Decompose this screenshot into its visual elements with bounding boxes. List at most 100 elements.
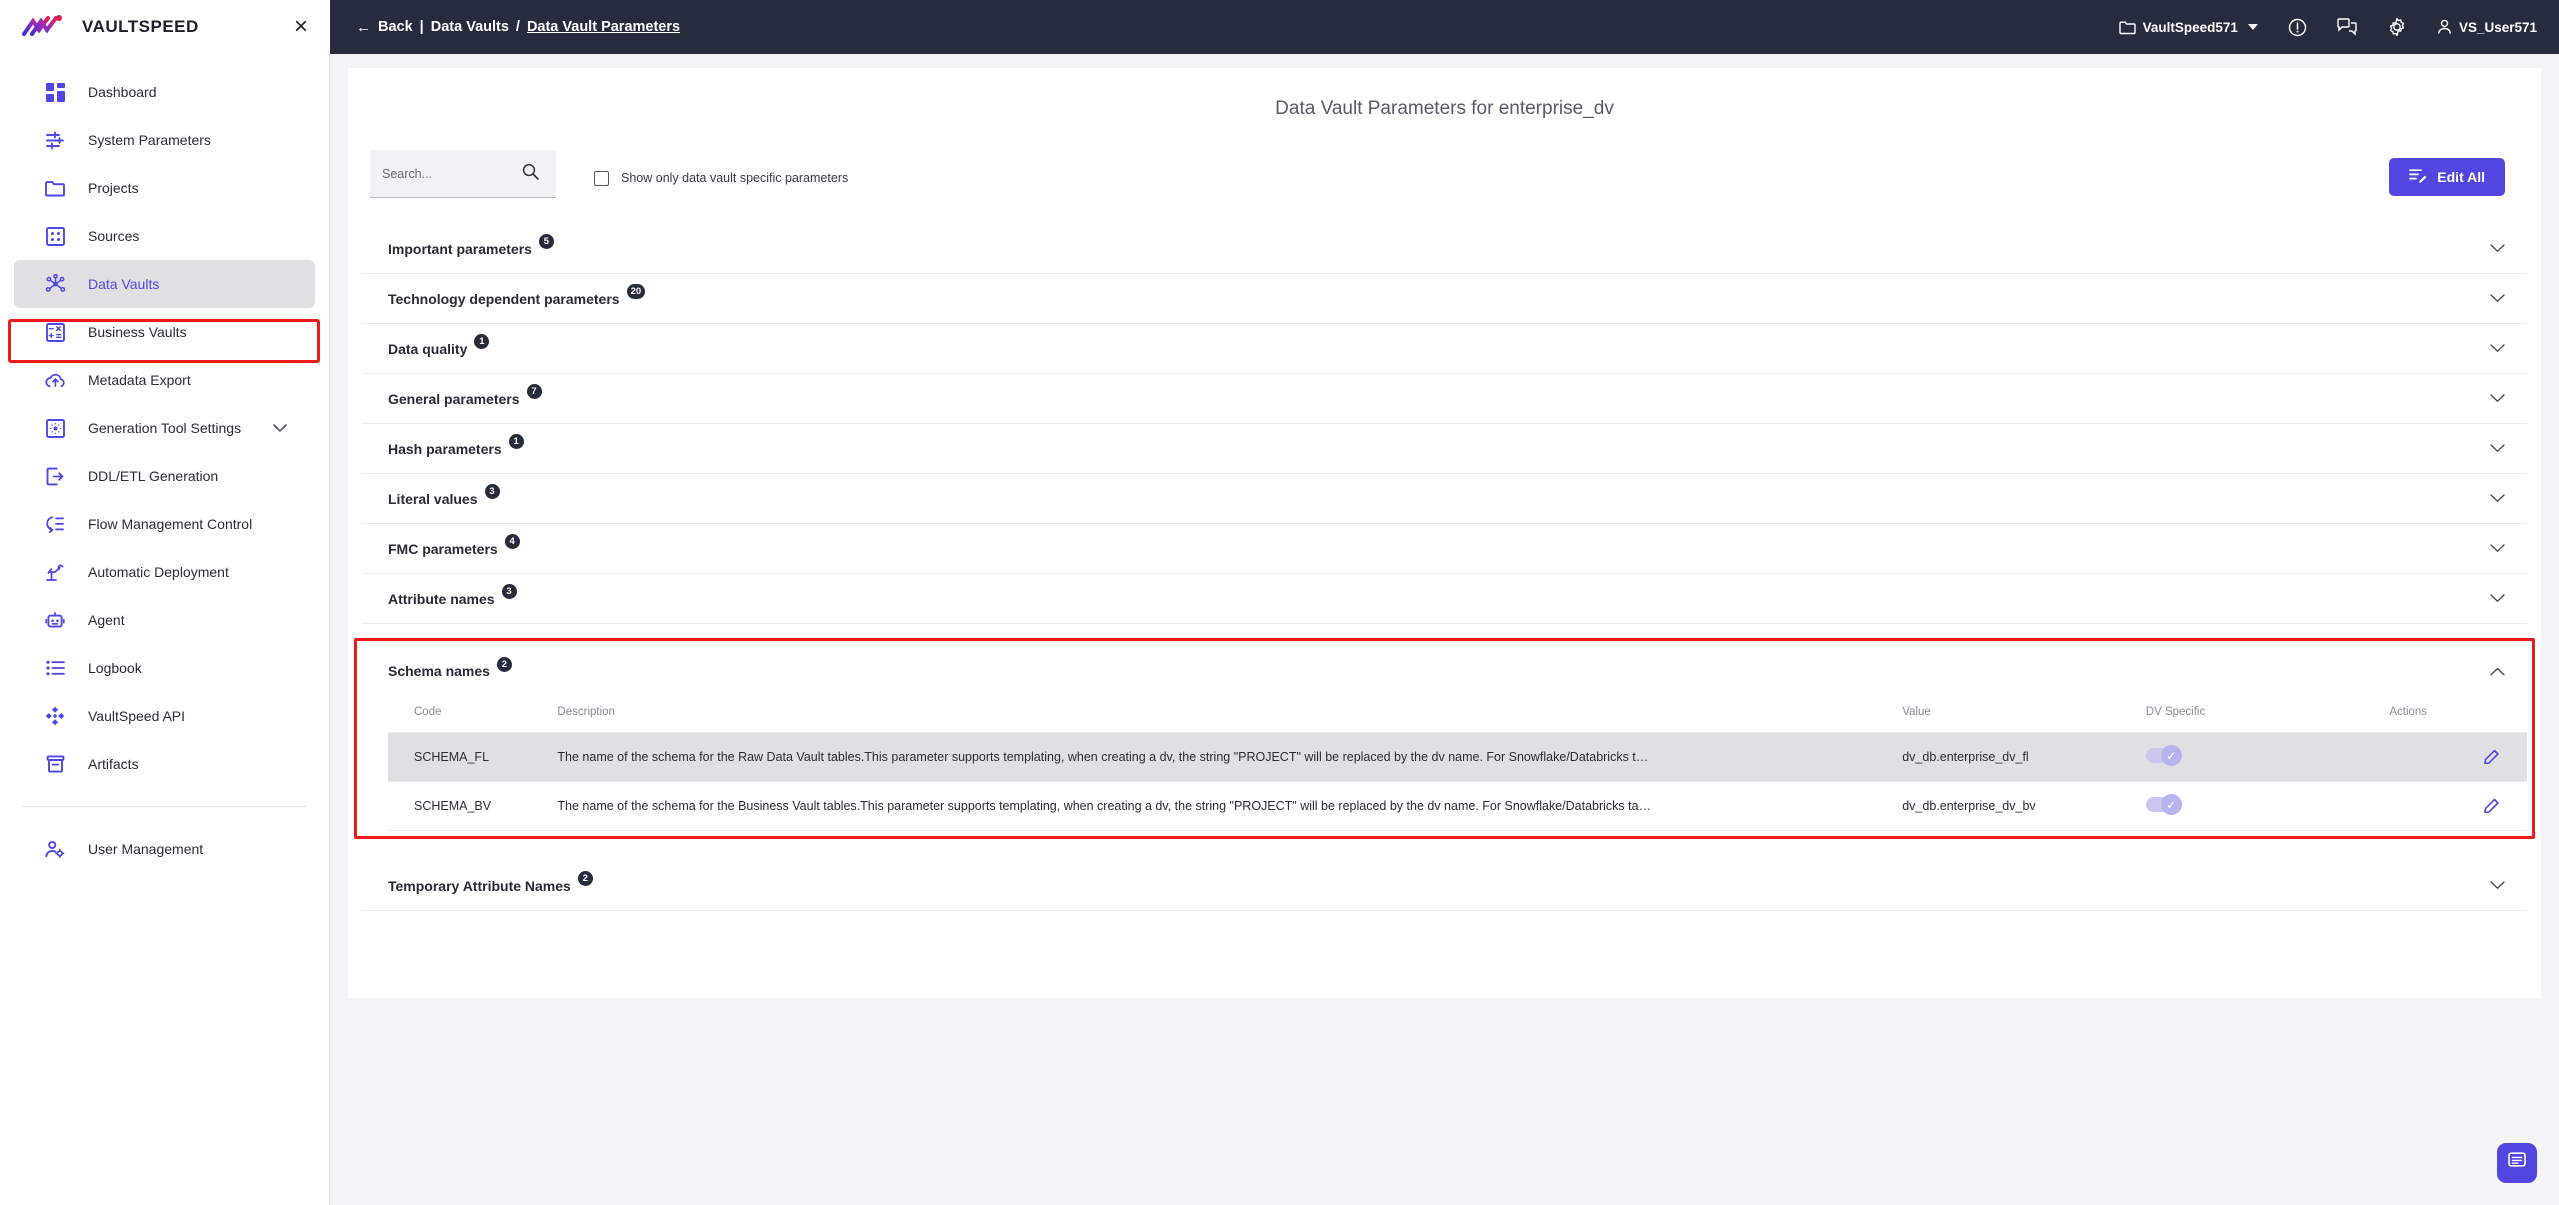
folder-icon <box>2118 20 2136 35</box>
sidebar-item-label: Generation Tool Settings <box>88 420 242 436</box>
chevron-down-icon[interactable] <box>2490 440 2505 457</box>
chevron-down-icon[interactable] <box>2490 240 2505 257</box>
workspace-selector[interactable]: VaultSpeed571 <box>2118 19 2258 35</box>
section-general-parameters[interactable]: General parameters 7 <box>362 374 2527 424</box>
sidebar-item-label: Artifacts <box>88 756 139 772</box>
section-label: Technology dependent parameters <box>388 290 620 307</box>
parameter-sections-bottom: Temporary Attribute Names 2 <box>362 861 2527 911</box>
search-input[interactable] <box>382 166 522 181</box>
sidebar-item-automatic-deployment[interactable]: Automatic Deployment <box>14 548 315 596</box>
chevron-down-icon[interactable] <box>2490 877 2505 894</box>
support-chat-button[interactable] <box>2497 1143 2537 1183</box>
cell-description: The name of the schema for the Raw Data … <box>557 750 1649 764</box>
export-icon <box>44 465 66 487</box>
sidebar-item-metadata-export[interactable]: Metadata Export <box>14 356 315 404</box>
section-technology-dependent-parameters[interactable]: Technology dependent parameters 20 <box>362 274 2527 324</box>
column-header-value: Value <box>1902 696 2146 733</box>
section-schema-names-header[interactable]: Schema names 2 <box>362 646 2527 696</box>
section-label: Attribute names <box>388 590 495 607</box>
sidebar-item-label: VaultSpeed API <box>88 708 186 724</box>
breadcrumb-back[interactable]: Back <box>378 19 413 35</box>
breadcrumb-current[interactable]: Data Vault Parameters <box>527 19 680 35</box>
section-label: Hash parameters <box>388 440 502 457</box>
section-important-parameters[interactable]: Important parameters 5 <box>362 224 2527 274</box>
settings-square-icon <box>44 417 66 439</box>
workspace-label: VaultSpeed571 <box>2142 19 2238 35</box>
close-icon[interactable]: × <box>294 15 308 39</box>
section-count-badge: 3 <box>484 484 500 499</box>
pencil-icon[interactable] <box>2484 796 2501 816</box>
table-row[interactable]: SCHEMA_FL The name of the schema for the… <box>388 732 2527 782</box>
cell-code: SCHEMA_FL <box>388 732 558 782</box>
pencil-icon[interactable] <box>2484 747 2501 767</box>
main-content: Data Vault Parameters for enterprise_dv … <box>330 54 2559 1205</box>
sidebar-item-user-management[interactable]: User Management <box>14 825 315 873</box>
show-only-dv-checkbox[interactable] <box>594 170 609 186</box>
section-schema-names-expanded: Schema names 2 Code Description Value DV… <box>354 638 2535 839</box>
robot-arm-icon <box>44 561 66 583</box>
sidebar-item-business-vaults[interactable]: Business Vaults <box>14 308 315 356</box>
back-arrow-icon[interactable]: ← <box>356 19 371 36</box>
section-data-quality[interactable]: Data quality 1 <box>362 324 2527 374</box>
user-menu[interactable]: VS_User571 <box>2437 19 2537 35</box>
dv-specific-toggle[interactable]: ✓ <box>2145 794 2182 815</box>
section-temporary-attribute-names[interactable]: Temporary Attribute Names 2 <box>362 861 2527 911</box>
robot-icon <box>44 609 66 631</box>
sidebar-item-vaultspeed-api[interactable]: VaultSpeed API <box>14 692 315 740</box>
chevron-down-icon[interactable] <box>2490 540 2505 557</box>
sidebar-item-agent[interactable]: Agent <box>14 596 315 644</box>
vaultspeed-logo-icon <box>22 14 72 40</box>
sidebar-item-label: Metadata Export <box>88 372 191 388</box>
brand-name: VAULTSPEED <box>82 17 199 36</box>
search-field[interactable] <box>370 150 556 198</box>
chevron-up-icon[interactable] <box>2490 663 2505 680</box>
sidebar-item-ddl-etl-generation[interactable]: DDL/ETL Generation <box>14 452 315 500</box>
parameter-sections: Important parameters 5 Technology depend… <box>348 224 2541 624</box>
sidebar-item-system-parameters[interactable]: System Parameters <box>14 116 315 164</box>
network-icon <box>44 273 66 295</box>
section-count-badge: 3 <box>501 584 517 599</box>
chevron-down-icon[interactable] <box>2490 290 2505 307</box>
sidebar-item-logbook[interactable]: Logbook <box>14 644 315 692</box>
sidebar-item-dashboard[interactable]: Dashboard <box>14 68 315 116</box>
sidebar: Dashboard System Parameters Projects Sou… <box>0 54 330 1205</box>
sidebar-item-label: Agent <box>88 612 125 628</box>
gear-icon[interactable] <box>2387 17 2407 37</box>
dv-specific-toggle[interactable]: ✓ <box>2145 745 2182 766</box>
top-bar: VAULTSPEED × ← Back | Data Vaults / Data… <box>0 0 2559 54</box>
chevron-down-icon <box>2247 24 2258 30</box>
section-literal-values[interactable]: Literal values 3 <box>362 474 2527 524</box>
chat-icon[interactable] <box>2337 18 2357 36</box>
dashboard-icon <box>44 81 66 103</box>
breadcrumb: ← Back | Data Vaults / Data Vault Parame… <box>356 19 680 36</box>
chevron-down-icon[interactable] <box>2490 340 2505 357</box>
section-hash-parameters[interactable]: Hash parameters 1 <box>362 424 2527 474</box>
section-label: FMC parameters <box>388 540 498 557</box>
folder-icon <box>44 177 66 199</box>
table-row[interactable]: SCHEMA_BV The name of the schema for the… <box>388 781 2527 831</box>
chevron-down-icon[interactable] <box>273 420 287 436</box>
sidebar-item-artifacts[interactable]: Artifacts <box>14 740 315 788</box>
section-count-badge: 2 <box>577 871 593 886</box>
section-count-badge: 5 <box>538 234 554 249</box>
sidebar-item-projects[interactable]: Projects <box>14 164 315 212</box>
dv-specific-filter[interactable]: Show only data vault specific parameters <box>594 170 848 186</box>
chevron-down-icon[interactable] <box>2490 390 2505 407</box>
chevron-down-icon[interactable] <box>2490 490 2505 507</box>
chevron-down-icon[interactable] <box>2490 590 2505 607</box>
section-count-badge: 2 <box>496 656 512 672</box>
sidebar-item-flow-management-control[interactable]: Flow Management Control <box>14 500 315 548</box>
sidebar-item-label: Dashboard <box>88 84 157 100</box>
sidebar-item-data-vaults[interactable]: Data Vaults <box>14 260 315 308</box>
sidebar-item-generation-tool-settings[interactable]: Generation Tool Settings <box>14 404 315 452</box>
edit-all-button[interactable]: Edit All <box>2389 158 2505 196</box>
page-title: Data Vault Parameters for enterprise_dv <box>1275 98 1614 119</box>
sidebar-item-sources[interactable]: Sources <box>14 212 315 260</box>
breadcrumb-parent[interactable]: Data Vaults <box>431 19 509 35</box>
section-count-badge: 7 <box>526 384 542 399</box>
section-attribute-names[interactable]: Attribute names 3 <box>362 574 2527 624</box>
info-circle-icon[interactable] <box>2288 18 2307 37</box>
sidebar-item-label: Logbook <box>88 660 142 676</box>
search-icon[interactable] <box>522 163 539 185</box>
section-fmc-parameters[interactable]: FMC parameters 4 <box>362 524 2527 574</box>
